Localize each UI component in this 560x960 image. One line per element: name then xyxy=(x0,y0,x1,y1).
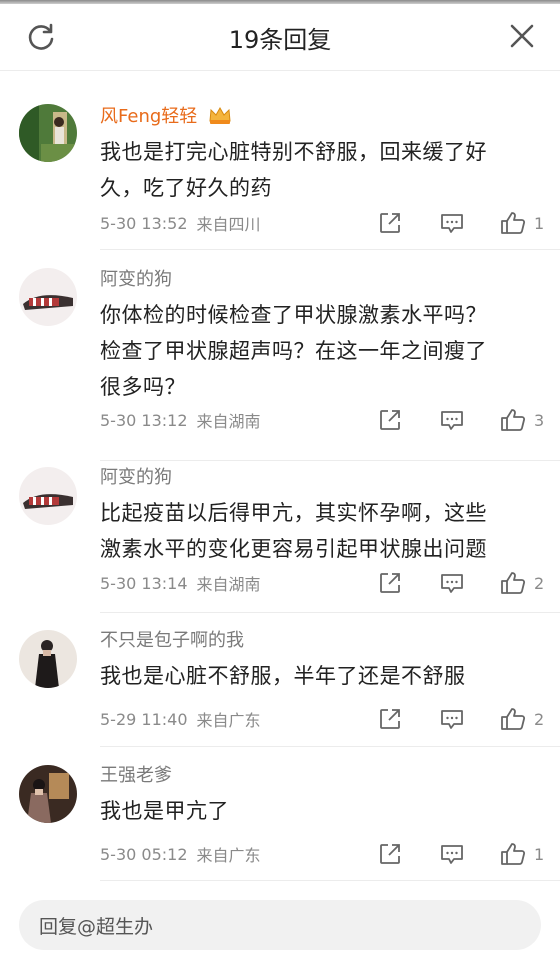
comment-text: 比起疫苗以后得甲亢，其实怀孕啊，这些 激素水平的变化更容易引起甲状腺出问题 xyxy=(100,501,487,561)
comment-button[interactable] xyxy=(440,707,464,731)
comment-time: 5-29 11:40 xyxy=(100,709,188,729)
username[interactable]: 阿变的狗 xyxy=(100,269,172,290)
comment-source: 来自四川 xyxy=(196,215,261,234)
username[interactable]: 阿变的狗 xyxy=(100,467,172,488)
page-title: 19条回复 xyxy=(228,25,332,54)
thumbs-up-icon xyxy=(501,212,526,234)
avatar[interactable] xyxy=(19,268,77,326)
comment-meta: 5-30 13:12 来自湖南 3 xyxy=(100,405,560,435)
share-icon xyxy=(380,213,400,233)
comment-icon xyxy=(441,574,463,593)
divider xyxy=(100,880,560,881)
reply-input[interactable]: 回复@超生办 xyxy=(19,900,541,950)
thumbs-up-icon xyxy=(501,708,526,730)
refresh-icon[interactable] xyxy=(26,22,56,52)
username[interactable]: 不只是包子啊的我 xyxy=(100,630,244,651)
avatar[interactable] xyxy=(19,104,77,162)
share-button[interactable] xyxy=(378,842,402,866)
share-icon xyxy=(380,410,400,430)
comment-button[interactable] xyxy=(440,211,464,235)
share-icon xyxy=(380,844,400,864)
like-button[interactable]: 2 xyxy=(500,706,544,732)
comment-item[interactable]: 阿变的狗 比起疫苗以后得甲亢，其实怀孕啊，这些 激素水平的变化更容易引起甲状腺出… xyxy=(0,461,560,613)
like-button[interactable]: 2 xyxy=(500,570,544,596)
avatar[interactable] xyxy=(19,467,77,525)
thumbs-up-icon xyxy=(501,843,526,865)
username[interactable]: 王强老爹 xyxy=(100,765,172,786)
share-icon xyxy=(380,709,400,729)
comment-source: 来自湖南 xyxy=(196,412,261,431)
like-count: 2 xyxy=(534,709,545,729)
comment-time: 5-30 13:12 xyxy=(100,410,188,430)
comment-item[interactable]: 风Feng轻轻 我也是打完心脏特别不舒服，回来缓了好 久，吃了好久的药 5-30… xyxy=(0,71,560,250)
share-button[interactable] xyxy=(378,707,402,731)
comment-button[interactable] xyxy=(440,571,464,595)
comment-icon xyxy=(441,411,463,430)
comment-button[interactable] xyxy=(440,408,464,432)
share-button[interactable] xyxy=(378,571,402,595)
share-button[interactable] xyxy=(378,408,402,432)
close-icon[interactable] xyxy=(508,22,536,50)
vip-crown-icon xyxy=(209,106,231,124)
like-count: 3 xyxy=(534,410,545,430)
comment-icon xyxy=(441,845,463,864)
comment-time: 5-30 13:52 xyxy=(100,213,188,233)
comment-text: 我也是心脏不舒服，半年了还是不舒服 xyxy=(100,664,466,688)
share-button[interactable] xyxy=(378,211,402,235)
comment-meta: 5-30 05:12 来自广东 1 xyxy=(100,839,560,869)
comment-icon xyxy=(441,214,463,233)
like-count: 1 xyxy=(534,213,545,233)
comment-meta: 5-30 13:52 来自四川 1 xyxy=(100,208,560,238)
comment-text: 你体检的时候检查了甲状腺激素水平吗？ 检查了甲状腺超声吗？在这一年之间瘦了 很多… xyxy=(100,303,487,399)
like-button[interactable]: 1 xyxy=(500,210,544,236)
comment-source: 来自广东 xyxy=(196,711,261,730)
share-icon xyxy=(380,573,400,593)
avatar[interactable] xyxy=(19,765,77,823)
comment-item[interactable]: 阿变的狗 你体检的时候检查了甲状腺激素水平吗？ 检查了甲状腺超声吗？在这一年之间… xyxy=(0,250,560,461)
comment-time: 5-30 13:14 xyxy=(100,573,188,593)
thumbs-up-icon xyxy=(501,572,526,594)
comment-item[interactable]: 王强老爹 我也是甲亢了 5-30 05:12 来自广东 1 xyxy=(0,747,560,881)
comment-icon xyxy=(441,710,463,729)
like-count: 2 xyxy=(534,573,545,593)
like-button[interactable]: 3 xyxy=(500,407,544,433)
thumbs-up-icon xyxy=(501,409,526,431)
reply-placeholder: 回复@超生办 xyxy=(39,915,154,938)
avatar[interactable] xyxy=(19,630,77,688)
comment-meta: 5-30 13:14 来自湖南 2 xyxy=(100,568,560,598)
comment-meta: 5-29 11:40 来自广东 2 xyxy=(100,704,560,734)
comment-source: 来自广东 xyxy=(196,846,261,865)
like-button[interactable]: 1 xyxy=(500,841,544,867)
like-count: 1 xyxy=(534,844,545,864)
reply-header: 19条回复 xyxy=(0,4,560,71)
comment-text: 我也是甲亢了 xyxy=(100,799,229,823)
comment-source: 来自湖南 xyxy=(196,575,261,594)
comment-button[interactable] xyxy=(440,842,464,866)
comment-time: 5-30 05:12 xyxy=(100,844,188,864)
username[interactable]: 风Feng轻轻 xyxy=(100,106,197,127)
comment-text: 我也是打完心脏特别不舒服，回来缓了好 久，吃了好久的药 xyxy=(100,140,487,200)
comment-item[interactable]: 不只是包子啊的我 我也是心脏不舒服，半年了还是不舒服 5-29 11:40 来自… xyxy=(0,613,560,747)
